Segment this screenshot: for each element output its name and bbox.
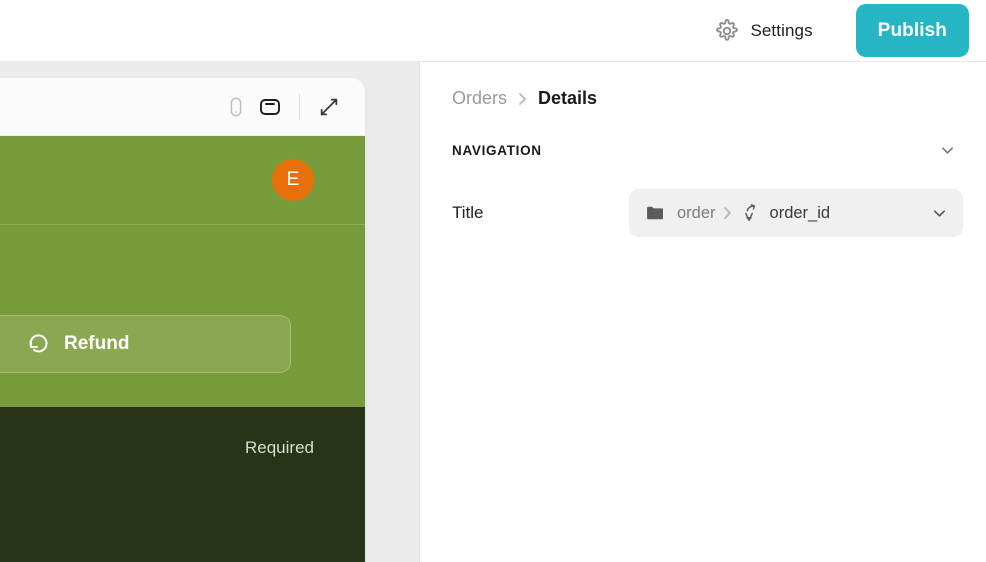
app-root: Settings Publish E Refund Required Order… [0,0,986,562]
settings-button[interactable]: Settings [704,12,822,50]
publish-button[interactable]: Publish [855,4,969,57]
tablet-device-icon[interactable] [253,90,287,124]
gear-icon [714,18,740,44]
breadcrumb-item-orders[interactable]: Orders [452,88,507,109]
preview-footer-section: Required [0,407,365,562]
title-binding-selector[interactable]: order order_id [629,189,963,237]
preview-top-section: E [0,136,365,224]
breadcrumb-item-details[interactable]: Details [538,88,597,109]
preview-canvas: E Refund Required [0,62,420,562]
refund-button[interactable]: Refund [0,315,291,373]
mobile-device-icon[interactable] [219,90,253,124]
device-preview-frame: E Refund Required [0,78,365,562]
binding-source-label: order [677,203,716,222]
refund-button-label: Refund [64,333,130,354]
chevron-down-icon[interactable] [930,204,949,223]
text-type-icon [738,202,760,224]
inspector-panel: Orders Details NAVIGATION Title order or… [421,62,986,562]
refund-row: Refund [0,311,365,395]
expand-arrows-icon[interactable] [312,90,346,124]
toolbar-divider [299,93,300,120]
title-field-label: Title [452,203,484,222]
chevron-down-icon[interactable] [938,141,957,160]
navigation-section-title: NAVIGATION [452,142,542,158]
chevron-right-icon [723,206,732,220]
folder-icon [645,203,665,223]
preview-spacer [0,395,365,407]
binding-field-label: order_id [769,203,831,222]
avatar[interactable]: E [272,159,314,201]
top-header-bar: Settings Publish [0,0,986,62]
navigation-section-header[interactable]: NAVIGATION [421,135,986,165]
chevron-right-icon [518,92,527,106]
header-actions: Settings Publish [704,0,969,61]
preview-middle-section [0,225,365,311]
undo-arrow-icon [27,332,51,356]
required-label: Required [245,438,314,457]
settings-label: Settings [750,20,813,40]
device-toolbar [0,78,365,136]
title-field-row: Title order order_id [421,189,986,237]
app-preview-body: E Refund Required [0,136,365,562]
breadcrumb: Orders Details [421,62,986,109]
